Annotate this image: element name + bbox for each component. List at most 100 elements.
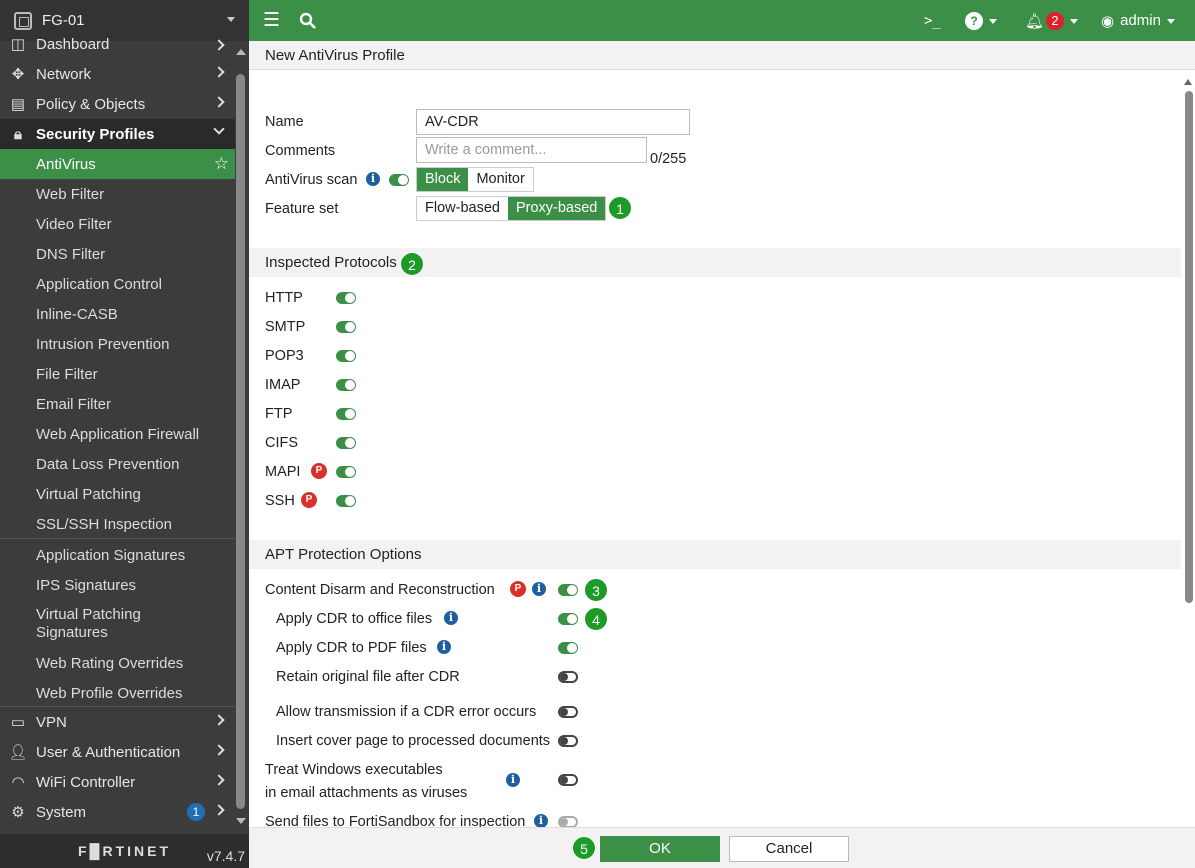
nav-dashboard[interactable]: ◫ Dashboard [0, 32, 235, 56]
system-badge: 1 [187, 803, 205, 821]
cdr-pdf-toggle[interactable] [558, 642, 578, 654]
protocol-toggle-smtp[interactable] [336, 321, 356, 333]
wifi-icon: ◠ [11, 774, 25, 791]
nav-policy[interactable]: ▤ Policy & Objects [0, 89, 235, 119]
scroll-down-arrow[interactable] [236, 818, 246, 829]
chevron-right-icon [213, 714, 225, 726]
info-icon[interactable]: i [366, 172, 380, 186]
sidebar-item-ips-signatures[interactable]: IPS Signatures [0, 570, 235, 600]
sidebar-item-label: Virtual Patching [36, 485, 141, 503]
sidebar-item-web-filter[interactable]: Web Filter [0, 179, 235, 209]
sidebar-item-label: Web Rating Overrides [36, 654, 184, 672]
sidebar-item-email-filter[interactable]: Email Filter [0, 389, 235, 419]
info-icon[interactable]: i [534, 814, 548, 828]
retain-original-label: Retain original file after CDR [276, 669, 460, 685]
protocol-toggle-pop3[interactable] [336, 350, 356, 362]
flow-based-option[interactable]: Flow-based [417, 197, 508, 220]
nav-system[interactable]: ⚙︎ System 1 [0, 797, 235, 827]
allow-transmission-label: Allow transmission if a CDR error occurs [276, 704, 537, 720]
proxy-only-badge: P [311, 463, 327, 479]
sidebar-item-web-rating-overrides[interactable]: Web Rating Overrides [0, 648, 235, 678]
name-input[interactable]: AV-CDR [416, 109, 690, 135]
sidebar-item-web-profile-overrides[interactable]: Web Profile Overrides [0, 678, 235, 708]
sidebar-item-ssl-ssh-inspection[interactable]: SSL/SSH Inspection [0, 509, 235, 539]
cdr-toggle[interactable] [558, 584, 578, 596]
sidebar-item-web-application-firewall[interactable]: Web Application Firewall [0, 419, 235, 449]
notifications-menu[interactable]: 🔔︎ 2 [1025, 0, 1079, 41]
nav-label: Dashboard [36, 35, 110, 53]
sidebar-item-dns-filter[interactable]: DNS Filter [0, 239, 235, 269]
proxy-based-option[interactable]: Proxy-based [507, 197, 606, 220]
nav-user-auth[interactable]: 👤︎ User & Authentication [0, 737, 235, 767]
antivirus-scan-label: AntiVirus scan [265, 172, 358, 188]
section-title: APT Protection Options [265, 546, 422, 563]
menu-icon[interactable]: ☰ [263, 0, 280, 41]
antivirus-scan-toggle[interactable] [389, 174, 409, 186]
protocol-toggle-mapi[interactable] [336, 466, 356, 478]
sidebar-item-virtual-patching[interactable]: Virtual Patching [0, 479, 235, 509]
callout-4: 4 [584, 607, 608, 631]
admin-menu[interactable]: ◉ admin [1101, 0, 1175, 41]
info-icon[interactable]: i [444, 611, 458, 625]
caret-down-icon [989, 18, 997, 28]
sidebar-footer: F█RTINET v7.4.7 [0, 834, 249, 868]
nav-security-profiles[interactable]: 🔒︎ Security Profiles [0, 119, 235, 149]
sidebar-item-virtual-patching-signatures[interactable]: Virtual Patching Signatures [0, 600, 235, 648]
sidebar-item-label: Application Control [36, 275, 162, 293]
ok-button[interactable]: OK [600, 836, 720, 862]
cover-page-toggle[interactable] [558, 735, 578, 747]
sidebar-item-label: AntiVirus [36, 155, 96, 173]
scroll-up-arrow[interactable] [236, 44, 246, 55]
treat-executables-toggle[interactable] [558, 774, 578, 786]
favorite-star-icon[interactable]: ☆ [214, 154, 229, 174]
sidebar-item-video-filter[interactable]: Video Filter [0, 209, 235, 239]
sidebar-item-inline-casb[interactable]: Inline-CASB [0, 299, 235, 329]
sidebar-item-label: Application Signatures [36, 546, 186, 564]
sidebar-item-application-signatures[interactable]: Application Signatures [0, 540, 235, 570]
callout-2: 2 [400, 252, 424, 276]
protocol-toggle-http[interactable] [336, 292, 356, 304]
treat-executables-label-line1: Treat Windows executables [265, 762, 443, 778]
nav-vpn[interactable]: ▭ VPN [0, 707, 235, 737]
sidebar-scrollbar[interactable] [236, 74, 245, 809]
protocol-toggle-cifs[interactable] [336, 437, 356, 449]
sidebar-item-file-filter[interactable]: File Filter [0, 359, 235, 389]
nav-network[interactable]: ✥ Network [0, 59, 235, 89]
scroll-up-arrow[interactable] [1184, 75, 1192, 85]
sidebar-item-label: Web Profile Overrides [36, 684, 183, 702]
content-scrollbar[interactable] [1183, 75, 1195, 868]
protocol-label-mapi: MAPI [265, 464, 301, 480]
sidebar-item-label: Intrusion Prevention [36, 335, 170, 353]
protocol-toggle-imap[interactable] [336, 379, 356, 391]
retain-original-toggle[interactable] [558, 671, 578, 683]
proxy-only-badge: P [301, 492, 317, 508]
sidebar-item-intrusion-prevention[interactable]: Intrusion Prevention [0, 329, 235, 359]
sidebar-item-antivirus[interactable]: AntiVirus ☆ [0, 149, 235, 179]
sidebar-item-application-control[interactable]: Application Control [0, 269, 235, 299]
sidebar-item-label: Inline-CASB [36, 305, 118, 323]
comments-textarea[interactable]: Write a comment... [416, 137, 647, 163]
nav-wifi[interactable]: ◠ WiFi Controller [0, 767, 235, 797]
sidebar-item-data-loss-prevention[interactable]: Data Loss Prevention [0, 449, 235, 479]
scan-monitor-option[interactable]: Monitor [468, 168, 532, 191]
cli-icon[interactable]: >_ [924, 0, 941, 41]
section-title: Inspected Protocols [265, 254, 397, 271]
protocol-toggle-ftp[interactable] [336, 408, 356, 420]
cancel-button[interactable]: Cancel [729, 836, 849, 862]
scan-block-option[interactable]: Block [417, 168, 469, 191]
info-icon[interactable]: i [437, 640, 451, 654]
cdr-office-toggle[interactable] [558, 613, 578, 625]
search-icon[interactable] [299, 0, 317, 41]
info-icon[interactable]: i [506, 773, 520, 787]
sidebar-item-label: Video Filter [36, 215, 112, 233]
help-menu[interactable]: ? [965, 0, 997, 41]
protocol-toggle-ssh[interactable] [336, 495, 356, 507]
sidebar-item-label: Web Filter [36, 185, 105, 203]
allow-transmission-toggle[interactable] [558, 706, 578, 718]
info-icon[interactable]: i [532, 582, 546, 596]
scroll-thumb[interactable] [1185, 91, 1193, 603]
callout-3: 3 [584, 578, 608, 602]
sidebar-item-label: DNS Filter [36, 245, 106, 263]
user-circle-icon: ◉ [1101, 12, 1115, 30]
lock-icon: 🔒︎ [14, 125, 22, 143]
